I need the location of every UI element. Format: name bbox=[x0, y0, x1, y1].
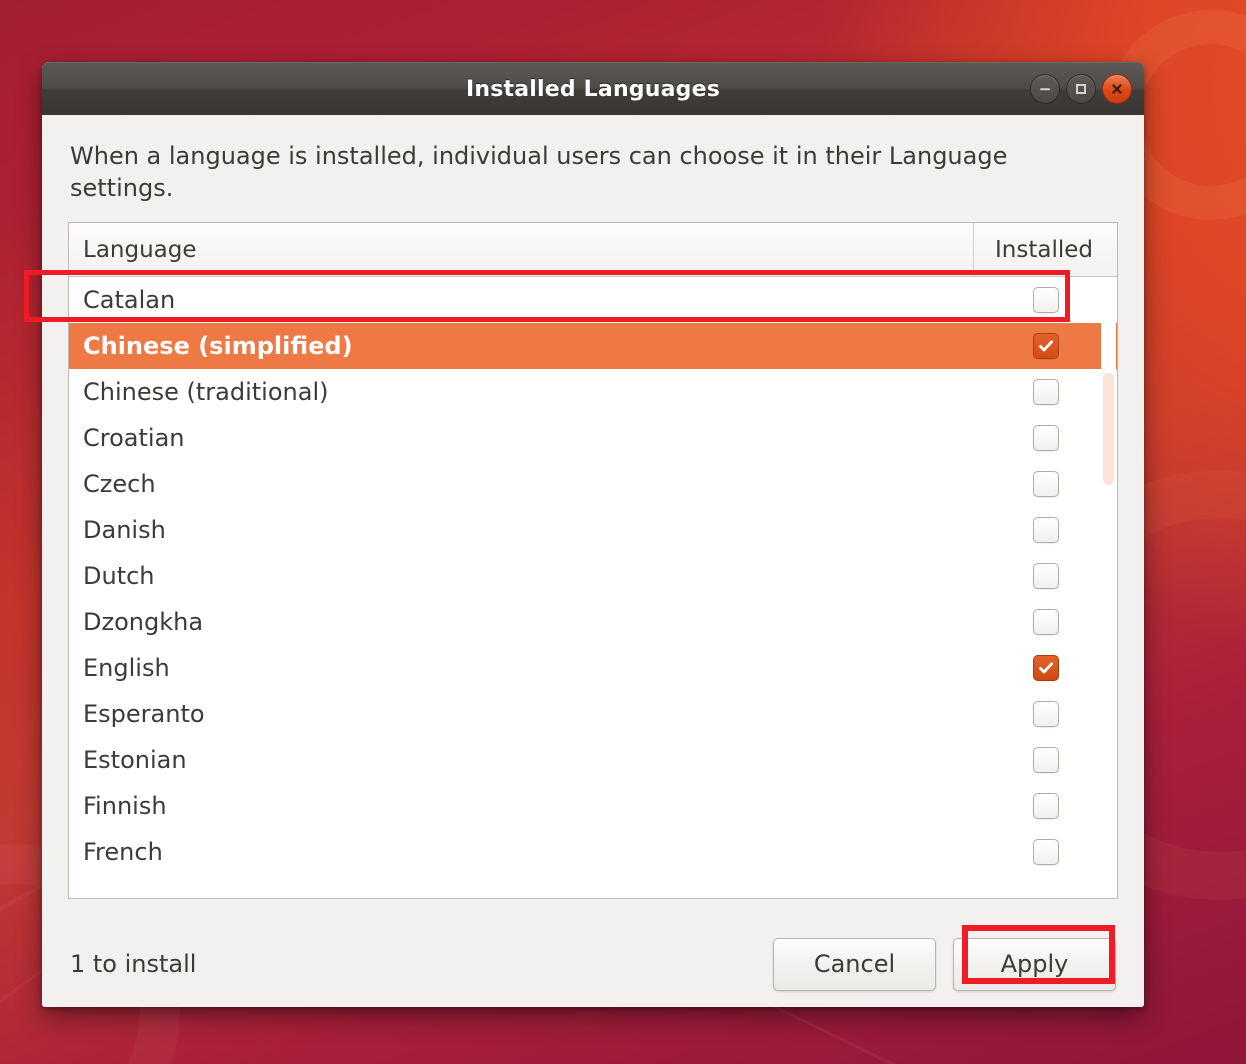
language-name: French bbox=[83, 838, 163, 867]
installed-cell bbox=[974, 425, 1117, 452]
installed-cell bbox=[974, 517, 1117, 544]
close-button[interactable] bbox=[1102, 74, 1132, 104]
installed-cell bbox=[974, 701, 1117, 728]
table-row[interactable]: Dzongkha bbox=[69, 599, 1117, 646]
installed-cell bbox=[974, 793, 1117, 820]
installed-cell bbox=[974, 287, 1117, 314]
installed-cell bbox=[974, 655, 1117, 682]
language-list[interactable]: Catalan Chinese (simplified) Chinese (trad… bbox=[69, 277, 1117, 898]
installed-checkbox[interactable] bbox=[1032, 839, 1059, 866]
maximize-button[interactable] bbox=[1066, 74, 1096, 104]
language-name: Chinese (traditional) bbox=[83, 378, 329, 407]
installed-checkbox[interactable] bbox=[1032, 287, 1059, 314]
table-row[interactable]: Chinese (traditional) bbox=[69, 369, 1117, 416]
installed-cell bbox=[974, 379, 1117, 406]
installed-checkbox[interactable] bbox=[1032, 517, 1059, 544]
column-header-installed[interactable]: Installed bbox=[974, 223, 1117, 276]
installed-checkbox[interactable] bbox=[1032, 425, 1059, 452]
desktop-background: Installed Languages When a language is i… bbox=[0, 0, 1246, 1064]
language-name: Esperanto bbox=[83, 700, 205, 729]
install-status-text: 1 to install bbox=[70, 950, 197, 978]
installed-cell bbox=[974, 839, 1117, 866]
table-row[interactable]: Finnish bbox=[69, 783, 1117, 830]
table-row[interactable]: Estonian bbox=[69, 737, 1117, 784]
dialog-footer: 1 to install Cancel Apply bbox=[68, 899, 1118, 1007]
table-row[interactable]: Catalan bbox=[69, 277, 1117, 324]
language-name: Chinese (simplified) bbox=[83, 332, 353, 361]
installed-cell bbox=[974, 333, 1117, 360]
minimize-button[interactable] bbox=[1030, 74, 1060, 104]
installed-checkbox[interactable] bbox=[1032, 747, 1059, 774]
minimize-icon bbox=[1038, 82, 1052, 96]
installed-checkbox[interactable] bbox=[1032, 701, 1059, 728]
apply-button[interactable]: Apply bbox=[953, 937, 1116, 991]
table-row[interactable]: English bbox=[69, 645, 1117, 692]
cancel-button[interactable]: Cancel bbox=[773, 937, 936, 991]
language-table: Language Installed Catalan Chinese (simpl… bbox=[68, 222, 1118, 899]
installed-checkbox[interactable] bbox=[1032, 793, 1059, 820]
title-bar[interactable]: Installed Languages bbox=[42, 62, 1144, 115]
installed-checkbox-checked[interactable] bbox=[1032, 333, 1059, 360]
installed-cell bbox=[974, 471, 1117, 498]
table-row[interactable]: Chinese (simplified) bbox=[69, 323, 1117, 370]
language-name: Croatian bbox=[83, 424, 185, 453]
checkmark-icon bbox=[1038, 662, 1053, 674]
language-name: English bbox=[83, 654, 170, 683]
installed-cell bbox=[974, 747, 1117, 774]
installed-checkbox[interactable] bbox=[1032, 563, 1059, 590]
checkmark-icon bbox=[1038, 340, 1053, 352]
installed-checkbox[interactable] bbox=[1032, 609, 1059, 636]
installed-languages-dialog: Installed Languages When a language is i… bbox=[42, 62, 1144, 1007]
language-name: Czech bbox=[83, 470, 156, 499]
table-row[interactable]: Czech bbox=[69, 461, 1117, 508]
list-scrollbar-thumb[interactable] bbox=[1103, 373, 1114, 486]
installed-checkbox-checked[interactable] bbox=[1032, 655, 1059, 682]
table-row[interactable]: Danish bbox=[69, 507, 1117, 554]
window-title: Installed Languages bbox=[465, 76, 721, 102]
dialog-description: When a language is installed, individual… bbox=[70, 142, 1008, 202]
table-row[interactable]: French bbox=[69, 829, 1117, 876]
dialog-body: When a language is installed, individual… bbox=[42, 115, 1144, 1007]
language-name: Catalan bbox=[83, 286, 176, 315]
table-row[interactable]: Esperanto bbox=[69, 691, 1117, 738]
footer-actions: Cancel Apply bbox=[773, 937, 1116, 991]
table-row[interactable]: Croatian bbox=[69, 415, 1117, 462]
table-row[interactable]: Dutch bbox=[69, 553, 1117, 600]
table-header-row: Language Installed bbox=[69, 223, 1117, 278]
language-name: Dutch bbox=[83, 562, 155, 591]
list-scrollbar-track[interactable] bbox=[1101, 277, 1116, 897]
language-name: Dzongkha bbox=[83, 608, 204, 637]
installed-cell bbox=[974, 563, 1117, 590]
language-name: Finnish bbox=[83, 792, 167, 821]
installed-checkbox[interactable] bbox=[1032, 471, 1059, 498]
close-icon bbox=[1110, 82, 1124, 96]
maximize-icon bbox=[1074, 82, 1088, 96]
column-header-language[interactable]: Language bbox=[69, 223, 974, 277]
installed-cell bbox=[974, 609, 1117, 636]
language-name: Estonian bbox=[83, 746, 187, 775]
language-name: Danish bbox=[83, 516, 166, 545]
installed-checkbox[interactable] bbox=[1032, 379, 1059, 406]
window-controls bbox=[1030, 63, 1132, 115]
